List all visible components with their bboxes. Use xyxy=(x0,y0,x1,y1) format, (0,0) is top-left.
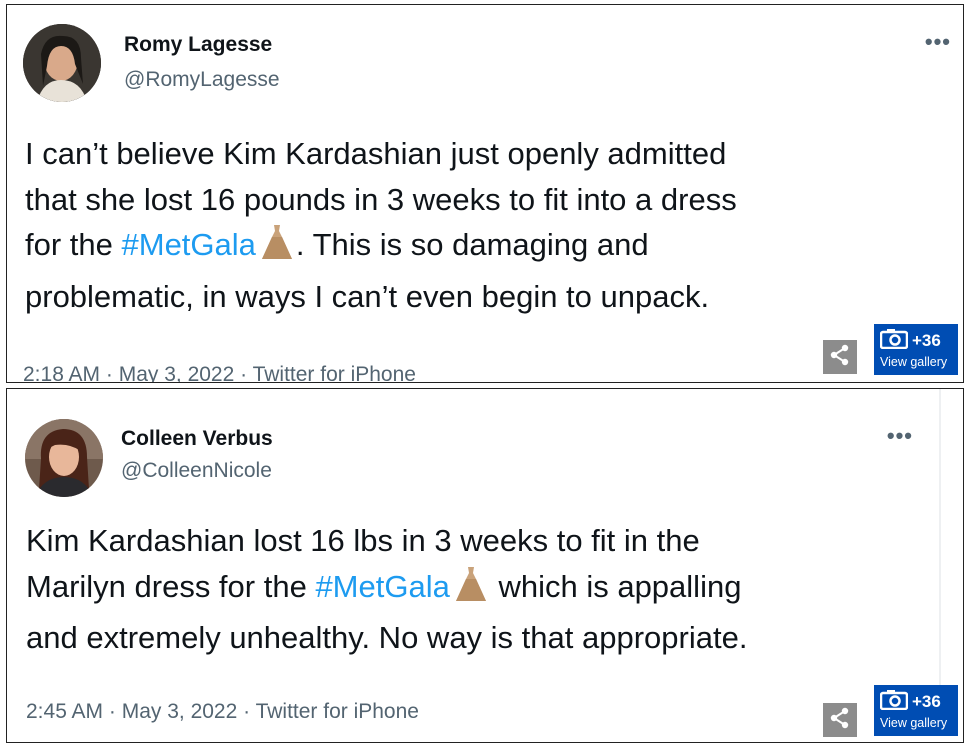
view-gallery-button[interactable]: +36 View gallery xyxy=(874,685,958,736)
embedded-tweet-romy[interactable]: Romy Lagesse @RomyLagesse ••• I can’t be… xyxy=(6,4,964,383)
dress-icon xyxy=(454,565,488,616)
avatar[interactable] xyxy=(23,24,101,102)
tweet-line: that she lost 16 pounds in 3 weeks to fi… xyxy=(25,181,737,217)
tweet-line: Marilyn dress for the #MetGala which is … xyxy=(26,564,747,616)
camera-icon xyxy=(879,328,909,354)
author-handle[interactable]: @RomyLagesse xyxy=(124,68,280,92)
share-button[interactable] xyxy=(823,340,857,374)
gallery-count: +36 xyxy=(912,692,941,711)
avatar[interactable] xyxy=(25,419,103,497)
dress-icon xyxy=(260,223,294,274)
hashtag-link[interactable]: #MetGala xyxy=(315,569,449,604)
view-gallery-button[interactable]: +36 View gallery xyxy=(874,324,958,375)
author-name[interactable]: Romy Lagesse xyxy=(124,33,272,57)
share-icon xyxy=(829,344,851,371)
more-options-icon[interactable]: ••• xyxy=(925,31,951,53)
tweet-timestamp[interactable]: 2:18 AM · May 3, 2022 · Twitter for iPho… xyxy=(23,363,416,382)
tweet-text: I can’t believe Kim Kardashian just open… xyxy=(25,131,737,319)
author-name[interactable]: Colleen Verbus xyxy=(121,427,273,451)
author-handle[interactable]: @ColleenNicole xyxy=(121,459,272,483)
embedded-tweet-colleen[interactable]: Colleen Verbus @ColleenNicole ••• Kim Ka… xyxy=(6,388,964,743)
share-icon xyxy=(829,707,851,734)
camera-icon xyxy=(879,689,909,715)
tweet-line: problematic, in ways I can’t even begin … xyxy=(25,278,710,314)
more-options-icon[interactable]: ••• xyxy=(887,425,913,447)
gallery-label: View gallery xyxy=(880,355,948,369)
gallery-count: +36 xyxy=(912,331,941,350)
tweet-line: I can’t believe Kim Kardashian just open… xyxy=(25,136,727,171)
tweet-line: for the #MetGala. This is so damaging an… xyxy=(25,222,737,274)
tweet-line: and extremely unhealthy. No way is that … xyxy=(26,620,748,655)
tweet-timestamp[interactable]: 2:45 AM · May 3, 2022 · Twitter for iPho… xyxy=(26,700,419,724)
share-button[interactable] xyxy=(823,703,857,737)
divider xyxy=(939,389,941,689)
hashtag-link[interactable]: #MetGala xyxy=(122,227,256,262)
gallery-label: View gallery xyxy=(880,716,948,730)
tweet-line: Kim Kardashian lost 16 lbs in 3 weeks to… xyxy=(26,523,700,558)
tweet-text: Kim Kardashian lost 16 lbs in 3 weeks to… xyxy=(26,518,747,661)
